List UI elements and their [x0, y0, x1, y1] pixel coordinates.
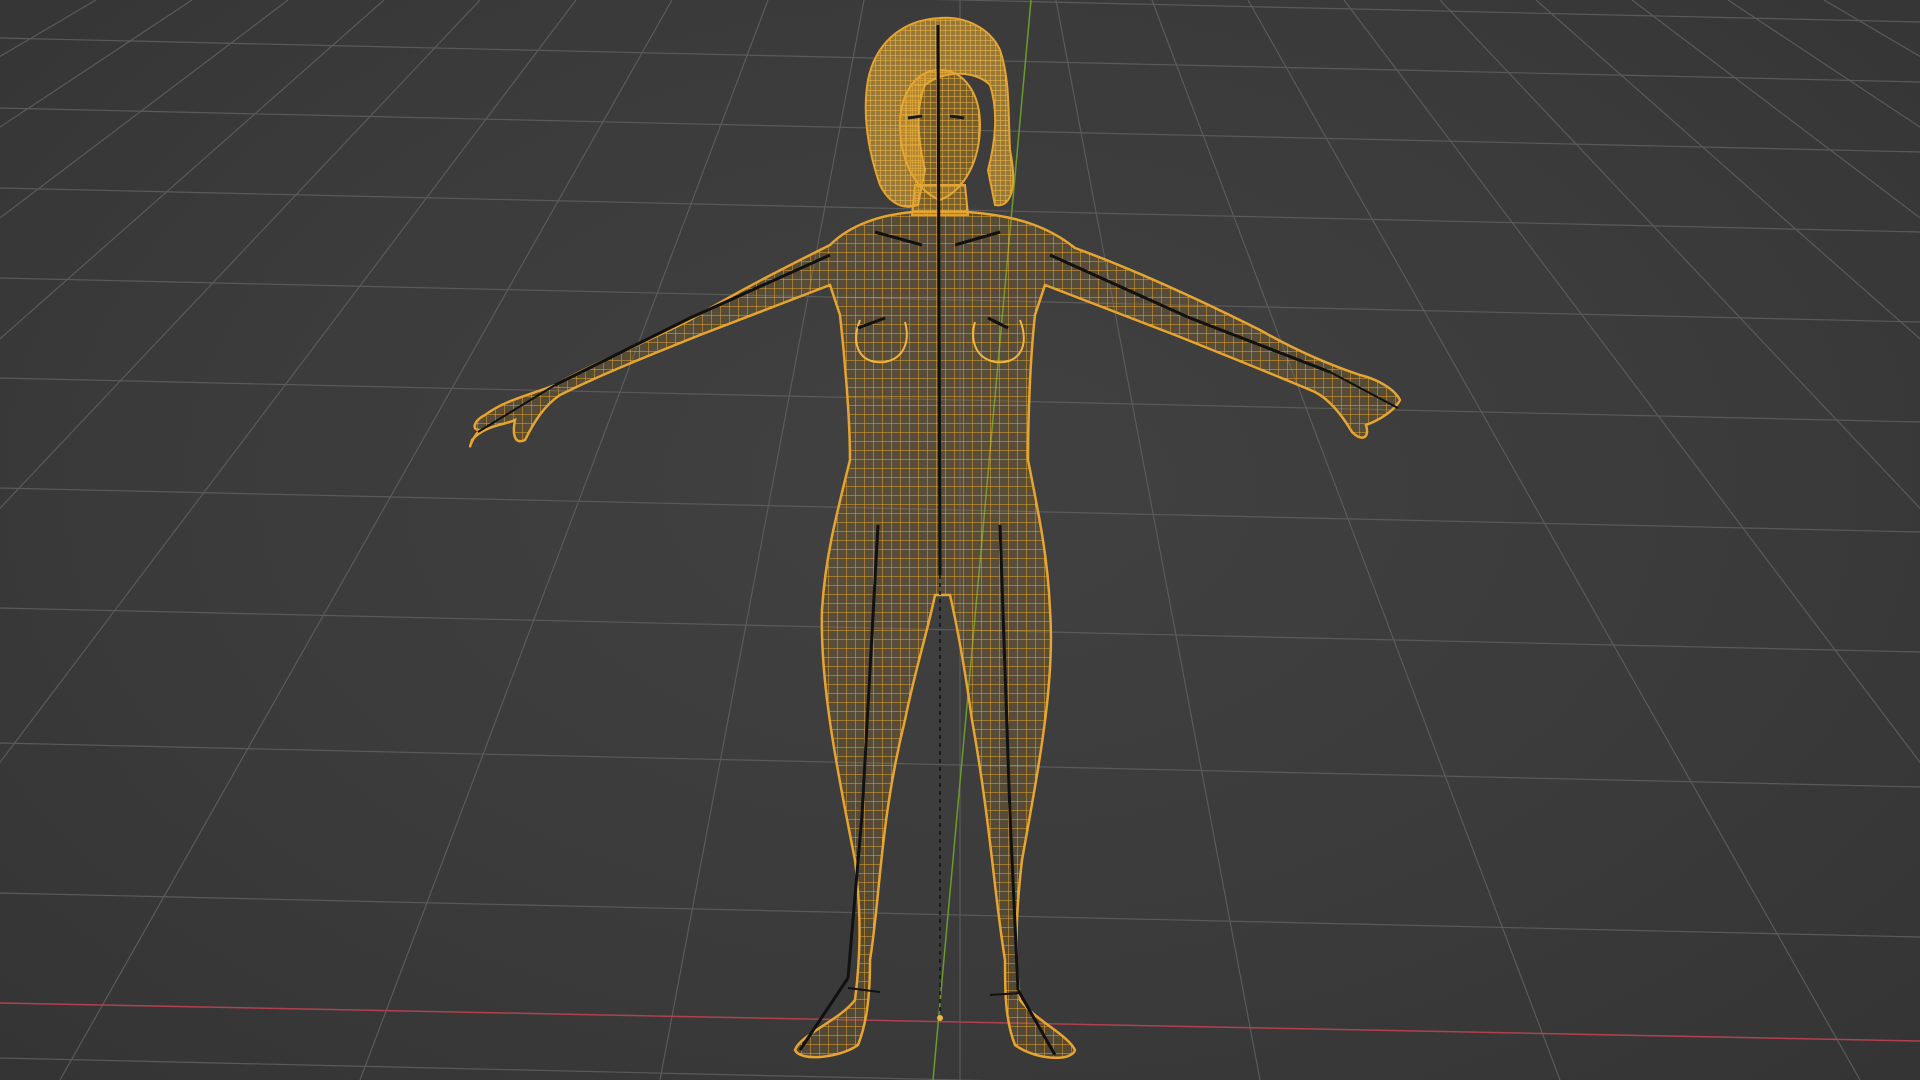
grid-line-depth — [0, 0, 193, 128]
grid-line-depth — [0, 0, 577, 764]
eye-left — [907, 114, 923, 120]
grid-line-depth — [1439, 0, 1920, 510]
grid-line-depth — [0, 0, 289, 219]
grid-line-depth — [359, 0, 769, 1080]
object-origin-point[interactable] — [937, 1015, 943, 1021]
viewport-canvas[interactable] — [0, 0, 1920, 1080]
body-mesh[interactable] — [468, 210, 1402, 1060]
forearm-left-bone[interactable] — [554, 316, 691, 387]
grid-line-depth — [1151, 0, 1561, 1080]
grid-line-depth — [0, 0, 481, 510]
grid-line-depth — [1727, 0, 1920, 128]
eye-right — [949, 114, 965, 120]
grid-line-depth — [59, 0, 673, 1080]
human-wireframe-mesh[interactable] — [468, 16, 1402, 1060]
spine-bone[interactable] — [936, 24, 942, 576]
grid-line-depth — [1247, 0, 1861, 1080]
grid-line-depth — [1631, 0, 1920, 219]
grid-line-depth — [1823, 0, 1920, 58]
grid-line-depth — [0, 0, 97, 58]
3d-viewport[interactable] — [0, 0, 1920, 1080]
grid-line-depth — [1343, 0, 1920, 764]
